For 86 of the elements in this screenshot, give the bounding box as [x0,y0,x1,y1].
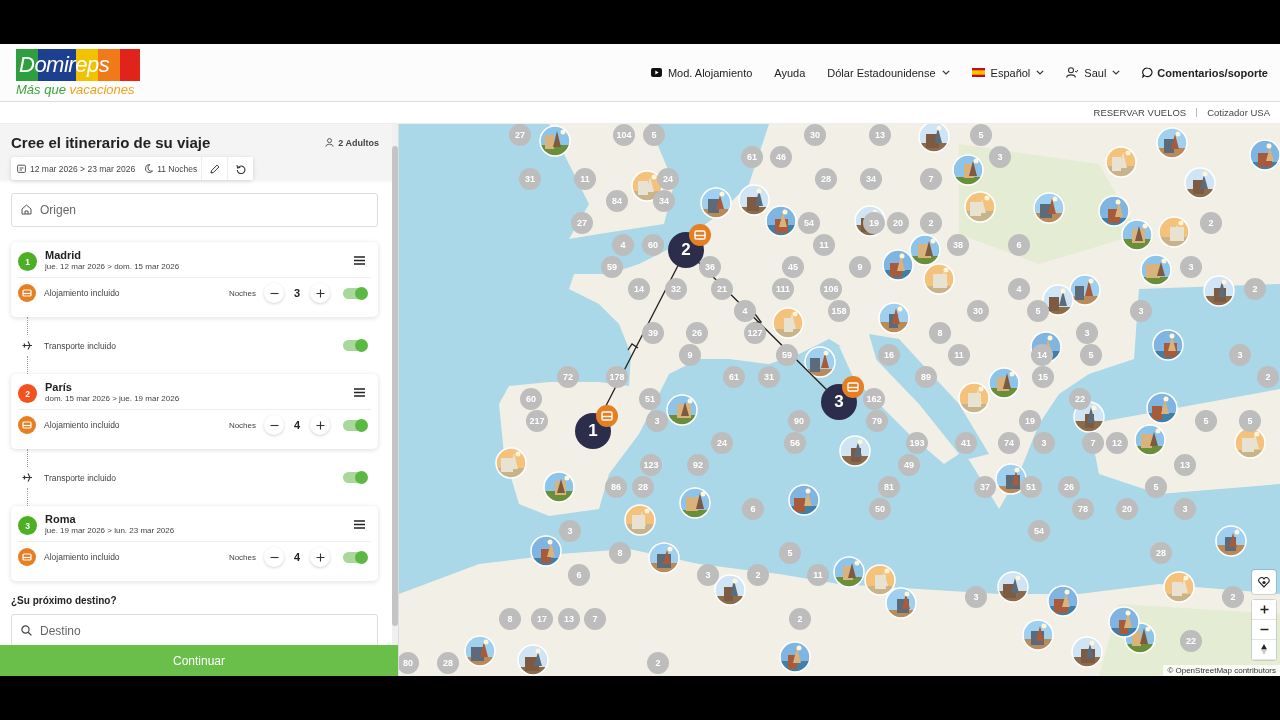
toggle-switch[interactable] [343,287,367,299]
layers-button[interactable] [1252,570,1276,594]
stop-number: 2 [18,384,37,403]
bed-icon[interactable] [689,224,711,246]
nav-link[interactable]: Ayuda [774,66,806,79]
menu-button[interactable] [352,517,367,531]
menu-icon [354,519,365,529]
plus-icon [315,420,325,430]
map-attribution[interactable]: © OpenStreetMap contributors [1163,665,1280,676]
bed-icon [18,416,36,434]
plus-icon [315,288,325,298]
travellers-selector[interactable]: 2 Adultos [325,137,379,148]
search-icon [21,625,32,636]
menu-icon [354,255,365,265]
nav-link[interactable]: Saul [1066,66,1121,79]
compass-icon [1261,644,1267,655]
nights-value: 4 [292,419,302,431]
user-icon [1066,67,1079,78]
continue-button[interactable]: Continuar [0,645,398,676]
heart-icon [1258,576,1270,588]
destination-field[interactable]: Destino [11,614,378,645]
decrease-button[interactable] [264,547,284,567]
city-name: Madrid [45,249,83,261]
bed-icon[interactable] [596,405,618,427]
logo-tagline: Más que vacaciones [16,81,136,97]
panel-title: Cree el itinerario de su viaje [11,134,211,151]
pencil-icon [209,163,220,174]
city-name: París [45,381,73,393]
stop-dates: jue. 12 mar 2026 > dom. 15 mar 2026 [45,262,181,271]
accommodation-label: Alojamiento incluido [44,552,121,562]
section-label: ¿Su próximo destino? [11,595,118,606]
nights-value: 3 [292,287,302,299]
menu-button[interactable] [352,385,367,399]
stop-dates: dom. 15 mar 2026 > jue. 19 mar 2026 [45,394,181,403]
nav-link[interactable]: Dólar Estadounidense [827,66,950,79]
city-name: Roma [45,513,77,525]
calendar-icon [17,164,26,173]
nights-label: Noches [228,288,256,298]
accommodation-label: Alojamiento incluido [44,288,121,298]
toggle-switch[interactable] [343,472,367,483]
top-link[interactable]: Cotizador USA [1207,107,1270,118]
decrease-button[interactable] [264,415,284,435]
toggle-switch[interactable] [343,551,367,563]
reset-button[interactable] [227,157,254,180]
increase-button[interactable] [310,547,330,567]
menu-icon [354,387,365,397]
toggle-switch[interactable] [343,419,367,431]
bed-icon[interactable] [842,376,864,398]
stop-dates: jue. 19 mar 2026 > lun. 23 mar 2026 [45,526,176,535]
stop-number: 1 [18,252,37,271]
zoom-in-button[interactable] [1252,600,1276,620]
moon-icon [145,164,154,173]
chat-icon [1142,67,1154,78]
video-icon [650,68,662,77]
top-link[interactable]: RESERVAR VUELOS [1093,107,1187,118]
nights-label: Noches [228,420,256,430]
transport-label: Transporte incluido [44,472,117,483]
increase-button[interactable] [310,283,330,303]
stop-number: 3 [18,516,37,535]
accommodation-label: Alojamiento incluido [44,420,121,430]
nav-link[interactable]: Comentarios/soporte [1142,66,1268,79]
scrollbar[interactable] [392,124,398,645]
nav-link[interactable]: Español [971,66,1045,79]
trip-dates: 12 mar 2026 > 23 mar 2026 [11,163,140,174]
transport-label: Transporte incluido [44,340,117,351]
increase-button[interactable] [310,415,330,435]
plus-icon [315,552,325,562]
cluster-marker[interactable]: 80 [399,652,419,674]
nights-value: 4 [292,551,302,563]
menu-button[interactable] [352,253,367,267]
nav-link[interactable]: Mod. Alojamiento [650,66,753,79]
bed-icon [18,284,36,302]
edit-button[interactable] [201,157,228,180]
toggle-switch[interactable] [343,340,367,351]
nights-label: Noches [228,552,256,562]
home-icon [21,204,32,215]
plane-icon [22,472,33,483]
origin-field[interactable]: Origen [11,193,378,227]
trip-nights: 11 Noches [139,163,202,174]
decrease-button[interactable] [264,283,284,303]
bed-icon [18,548,36,566]
plane-icon [22,340,33,351]
flag-icon [971,68,985,77]
person-icon [325,138,335,147]
undo-icon [235,163,246,174]
plus-icon [1259,605,1269,614]
